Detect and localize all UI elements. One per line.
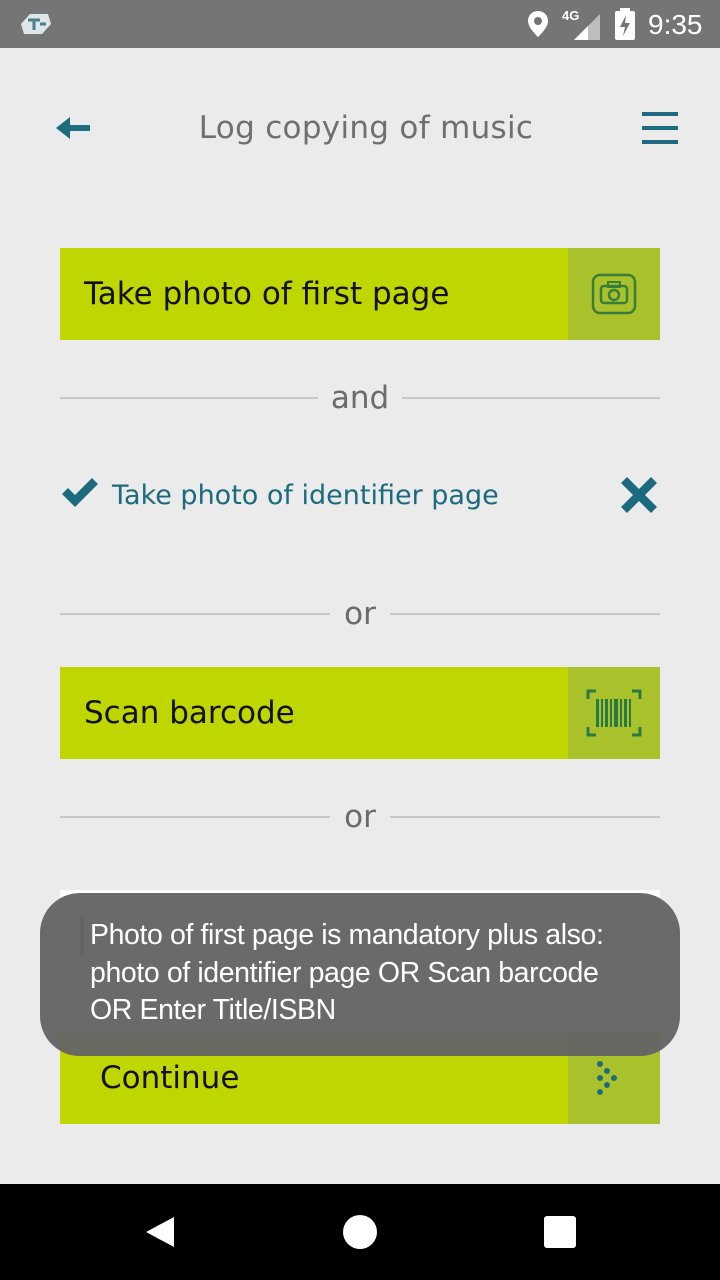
app-header: Log copying of music bbox=[0, 90, 720, 170]
or-separator-1: or bbox=[60, 594, 660, 634]
camera-icon bbox=[591, 273, 637, 315]
app-notification-icon bbox=[21, 14, 51, 34]
battery-charging-icon bbox=[615, 8, 635, 40]
barcode-scan-icon bbox=[586, 689, 642, 737]
location-icon bbox=[528, 11, 548, 37]
hamburger-icon bbox=[642, 112, 678, 116]
system-nav-bar bbox=[0, 1184, 720, 1280]
take-first-page-photo-label: Take photo of first page bbox=[84, 276, 450, 312]
page-title: Log copying of music bbox=[198, 110, 534, 146]
scan-barcode-button[interactable]: Scan barcode bbox=[60, 667, 660, 759]
signal-4g-icon: 4G bbox=[562, 8, 602, 40]
identifier-photo-row[interactable]: Take photo of identifier page bbox=[60, 470, 660, 520]
camera-icon-box bbox=[568, 248, 660, 340]
status-time: 9:35 bbox=[648, 9, 703, 40]
nav-home-icon[interactable] bbox=[343, 1215, 377, 1249]
menu-button[interactable] bbox=[638, 108, 682, 148]
scan-barcode-label: Scan barcode bbox=[84, 695, 295, 731]
nav-back-icon[interactable] bbox=[142, 1214, 178, 1250]
barcode-icon-box bbox=[568, 667, 660, 759]
or-separator-2: or bbox=[60, 797, 660, 837]
status-bar: 4G 9:35 bbox=[0, 0, 720, 48]
close-icon bbox=[621, 477, 657, 513]
take-identifier-photo-label: Take photo of identifier page bbox=[112, 480, 499, 511]
nav-recents-icon[interactable] bbox=[544, 1216, 576, 1248]
and-separator: and bbox=[60, 378, 660, 418]
remove-identifier-photo-button[interactable] bbox=[618, 474, 660, 516]
validation-toast: Photo of first page is mandatory plus al… bbox=[40, 893, 680, 1056]
take-first-page-photo-button[interactable]: Take photo of first page bbox=[60, 248, 660, 340]
toast-message: Photo of first page is mandatory plus al… bbox=[90, 919, 604, 1026]
checkmark-icon bbox=[62, 478, 98, 507]
chevron-right-dots-icon bbox=[597, 1061, 617, 1095]
